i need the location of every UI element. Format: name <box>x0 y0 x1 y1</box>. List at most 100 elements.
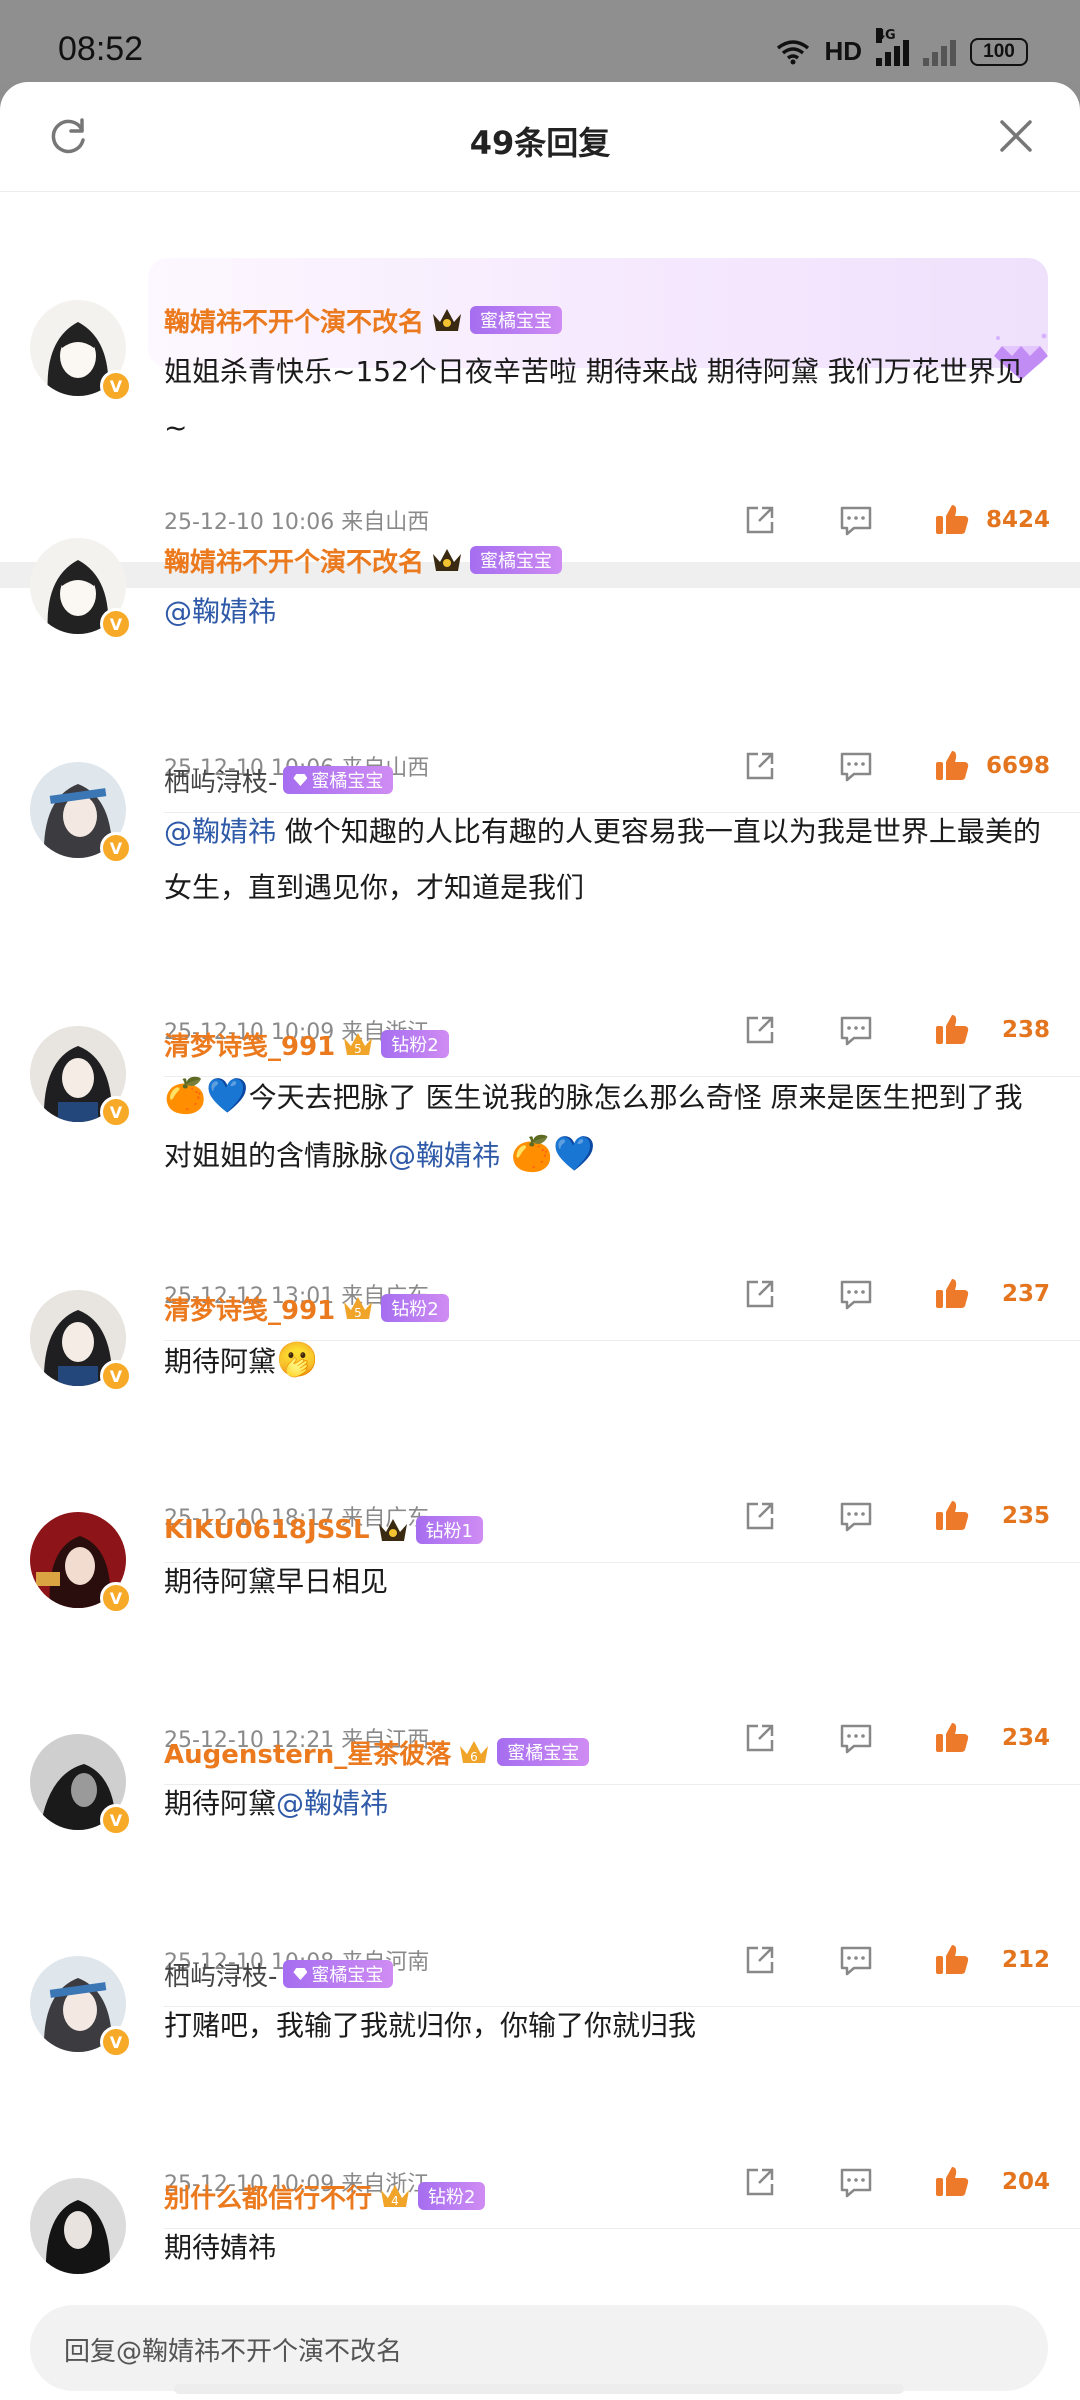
crown-icon <box>378 1519 407 1541</box>
status-bar: 08:52 HD 4G 100 <box>0 0 1080 82</box>
like-icon[interactable] <box>932 500 972 540</box>
comment-body: 鞠婧祎不开个演不改名 蜜橘宝宝 @鞠婧祎 <box>164 540 1050 640</box>
signal-icon-secondary <box>923 38 956 66</box>
like-count: 8424 <box>985 507 1050 533</box>
comment-body: 清梦诗笺_991 5 钻粉2 期待阿黛🫢 <box>164 1288 1050 1390</box>
home-indicator[interactable] <box>174 2384 904 2394</box>
emoji: 🍊💙 <box>164 1076 249 1116</box>
username[interactable]: 别什么都信行不行 <box>164 2178 372 2215</box>
reply-placeholder: 回复@鞠婧祎不开个演不改名 <box>64 2337 403 2367</box>
level-number: 5 <box>354 1306 362 1320</box>
comment-body: 栖屿浔枝- 蜜橘宝宝 打赌吧，我输了我就归你，你输了你就归我 <box>164 1954 1050 2054</box>
level-number: 6 <box>470 1750 478 1764</box>
avatar[interactable]: V <box>30 1956 132 2058</box>
username[interactable]: 清梦诗笺_991 <box>164 1290 335 1327</box>
verified-icon: V <box>100 832 132 864</box>
verified-icon: V <box>100 1360 132 1392</box>
page-title: 49条回复 <box>469 124 611 162</box>
level-number: 5 <box>354 1042 362 1056</box>
comment-header: 鞠婧祎不开个演不改名 蜜橘宝宝 <box>164 540 1050 580</box>
comment-text: 期待阿黛早日相见 <box>164 1565 389 1598</box>
crown-icon: 4 <box>381 2185 410 2208</box>
reply-icon[interactable] <box>836 500 876 540</box>
emoji: 🫢 <box>276 1340 319 1380</box>
crown-icon: 5 <box>344 1033 373 1056</box>
close-icon[interactable] <box>994 114 1038 158</box>
fan-badge: 蜜橘宝宝 <box>283 766 394 794</box>
signal-tag: 4G <box>876 27 896 43</box>
avatar[interactable]: V <box>30 1290 132 1392</box>
comment-header: 栖屿浔枝- 蜜橘宝宝 <box>164 760 1050 800</box>
comment-text: 期待婧祎 <box>164 2231 277 2264</box>
emoji: 🍊💙 <box>500 1134 596 1174</box>
username[interactable]: 鞠婧祎不开个演不改名 <box>164 302 424 339</box>
avatar-image <box>30 2178 126 2274</box>
comment-header: 清梦诗笺_991 5 钻粉2 <box>164 1024 1050 1064</box>
avatar[interactable]: V <box>30 1512 132 1614</box>
wifi-icon <box>777 39 810 64</box>
verified-icon: V <box>100 1582 132 1614</box>
comment-text: 打赌吧，我输了我就归你，你输了你就归我 <box>164 2009 697 2042</box>
username[interactable]: KIKU0618JSSL <box>164 1515 370 1545</box>
status-time: 08:52 <box>58 30 144 68</box>
share-icon[interactable] <box>740 500 780 540</box>
username[interactable]: 鞠婧祎不开个演不改名 <box>164 542 424 579</box>
comment-body: KIKU0618JSSL 钻粉1 期待阿黛早日相见 <box>164 1510 1050 1610</box>
fan-badge: 钻粉2 <box>381 1030 449 1058</box>
fan-badge: 钻粉2 <box>381 1294 449 1322</box>
replies-sheet: 49条回复 V 鞠婧祎不开个演不改名 蜜橘宝宝 姐姐杀青快乐~152个日夜辛苦啦… <box>0 82 1080 2400</box>
crown-icon <box>433 549 462 571</box>
reply-input[interactable]: 回复@鞠婧祎不开个演不改名 <box>30 2305 1048 2391</box>
mention-link[interactable]: @鞠婧祎 <box>164 595 276 628</box>
comment-header: 别什么都信行不行 4 钻粉2 <box>164 2176 1050 2216</box>
battery-icon: 100 <box>970 37 1028 66</box>
comment-text-body: 期待阿黛 <box>164 1345 277 1378</box>
comment-body: Augenstern_星茶彼落 6 蜜橘宝宝 期待阿黛@鞠婧祎 <box>164 1732 1050 1832</box>
verified-icon: V <box>100 608 132 640</box>
username[interactable]: 栖屿浔枝- <box>164 1956 277 1993</box>
mention-link[interactable]: @鞠婧祎 <box>164 815 276 848</box>
fan-badge: 蜜橘宝宝 <box>470 306 563 334</box>
comment-body: 别什么都信行不行 4 钻粉2 期待婧祎 <box>164 2176 1050 2276</box>
verified-icon: V <box>100 370 132 402</box>
crown-icon: 6 <box>460 1741 489 1764</box>
avatar[interactable]: V <box>30 1026 132 1128</box>
fan-badge: 钻粉1 <box>415 1516 483 1544</box>
avatar[interactable]: V <box>30 538 132 640</box>
fan-badge: 蜜橘宝宝 <box>283 1960 394 1988</box>
avatar[interactable]: V <box>30 762 132 864</box>
timestamp: 25-12-10 10:06 来自山西 <box>164 510 430 535</box>
mention-link[interactable]: @鞠婧祎 <box>276 1787 388 1820</box>
fan-badge: 钻粉2 <box>418 2182 486 2210</box>
comment-text: 🍊💙今天去把脉了 医生说我的脉怎么那么奇怪 原来是医生把到了我对姐姐的含情脉脉@… <box>164 1068 1050 1184</box>
username[interactable]: Augenstern_星茶彼落 <box>164 1734 451 1771</box>
comment-text: 期待阿黛🫢 <box>164 1332 1050 1390</box>
comment-header: KIKU0618JSSL 钻粉1 <box>164 1510 1050 1550</box>
comment-header: 栖屿浔枝- 蜜橘宝宝 <box>164 1954 1050 1994</box>
crown-icon: 5 <box>344 1297 373 1320</box>
network-label: HD <box>824 36 862 66</box>
sheet-header: 49条回复 <box>0 82 1080 192</box>
comment-header: Augenstern_星茶彼落 6 蜜橘宝宝 <box>164 1732 1050 1772</box>
username[interactable]: 清梦诗笺_991 <box>164 1026 335 1063</box>
username[interactable]: 栖屿浔枝- <box>164 762 277 799</box>
comment-body: 清梦诗笺_991 5 钻粉2 🍊💙今天去把脉了 医生说我的脉怎么那么奇怪 原来是… <box>164 1024 1050 1184</box>
mention-link[interactable]: @鞠婧祎 <box>388 1139 500 1172</box>
avatar[interactable]: V <box>30 1734 132 1836</box>
level-number: 4 <box>391 2194 399 2208</box>
comment-text: @鞠婧祎 <box>164 584 1050 640</box>
comment-text: 姐姐杀青快乐~152个日夜辛苦啦 期待来战 期待阿黛 我们万花世界见~ <box>164 355 1024 444</box>
verified-icon: V <box>100 2026 132 2058</box>
avatar[interactable]: V <box>30 300 132 402</box>
avatar[interactable] <box>30 2178 130 2278</box>
comment-text-body: 做个知趣的人比有趣的人更容易我一直以为我是世界上最美的女生，直到遇见你，才知道是… <box>164 815 1041 904</box>
verified-icon: V <box>100 1804 132 1836</box>
comment-text: 期待阿黛@鞠婧祎 <box>164 1776 1050 1832</box>
comment-body: 栖屿浔枝- 蜜橘宝宝 @鞠婧祎 做个知趣的人比有趣的人更容易我一直以为我是世界上… <box>164 760 1050 916</box>
comment-header: 清梦诗笺_991 5 钻粉2 <box>164 1288 1050 1328</box>
comment-header: 鞠婧祎不开个演不改名 蜜橘宝宝 <box>164 300 1050 340</box>
verified-icon: V <box>100 1096 132 1128</box>
status-icons: HD 4G 100 <box>776 27 1028 67</box>
crown-icon <box>433 309 462 331</box>
signal-icon: 4G <box>876 27 909 66</box>
